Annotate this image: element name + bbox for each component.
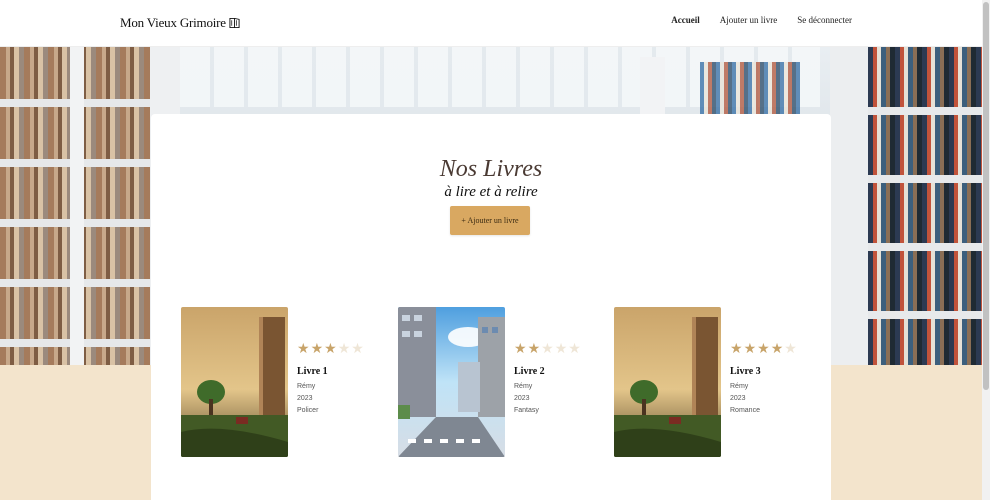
book-author: Rémy xyxy=(730,383,749,390)
book-card[interactable]: ★ ★ ★ ★ ★ Livre 2 Rémy 2023 Fantasy xyxy=(398,307,598,457)
book-title[interactable]: Livre 3 xyxy=(730,366,797,377)
book-icon xyxy=(229,17,240,29)
star-icon: ★ xyxy=(568,342,581,357)
books-card: Nos Livres à lire et à relire + Ajouter … xyxy=(151,114,831,500)
book-info: ★ ★ ★ ★ ★ Livre 1 Rémy 2023 Policer xyxy=(297,343,364,415)
book-year: 2023 xyxy=(514,395,530,402)
book-author: Rémy xyxy=(297,383,316,390)
main-nav: Accueil Ajouter un livre Se déconnecter xyxy=(671,15,852,25)
star-icon: ★ xyxy=(541,342,554,357)
book-card[interactable]: ★ ★ ★ ★ ★ Livre 1 Rémy 2023 Policer xyxy=(181,307,381,457)
nav-logout[interactable]: Se déconnecter xyxy=(797,15,852,25)
star-icon: ★ xyxy=(527,342,541,357)
book-year: 2023 xyxy=(297,395,313,402)
page-scrollbar[interactable] xyxy=(982,0,990,500)
book-genre: Fantasy xyxy=(514,407,539,414)
star-icon: ★ xyxy=(757,342,770,357)
star-icon: ★ xyxy=(337,342,351,357)
book-cover-image[interactable] xyxy=(614,307,721,457)
site-logo[interactable]: Mon Vieux Grimoire xyxy=(120,15,240,31)
add-book-button[interactable]: + Ajouter un livre xyxy=(450,206,530,235)
star-icon: ★ xyxy=(770,342,784,357)
star-icon: ★ xyxy=(784,342,797,357)
star-icon: ★ xyxy=(514,342,527,357)
rating-stars: ★ ★ ★ ★ ★ xyxy=(297,343,364,357)
page-subtitle: à lire et à relire xyxy=(444,184,538,200)
star-icon: ★ xyxy=(310,342,324,357)
nav-home[interactable]: Accueil xyxy=(671,15,700,25)
top-header: Mon Vieux Grimoire Accueil Ajouter un li… xyxy=(0,0,990,47)
book-title[interactable]: Livre 2 xyxy=(514,366,581,377)
star-icon: ★ xyxy=(743,342,757,357)
rating-stars: ★ ★ ★ ★ ★ xyxy=(514,343,581,357)
book-info: ★ ★ ★ ★ ★ Livre 2 Rémy 2023 Fantasy xyxy=(514,343,581,415)
star-icon: ★ xyxy=(554,342,568,357)
logo-text: Mon Vieux Grimoire xyxy=(120,15,226,30)
nav-add-book[interactable]: Ajouter un livre xyxy=(720,15,778,25)
book-author: Rémy xyxy=(514,383,533,390)
star-icon: ★ xyxy=(324,342,337,357)
book-title[interactable]: Livre 1 xyxy=(297,366,364,377)
rating-stars: ★ ★ ★ ★ ★ xyxy=(730,343,797,357)
page-title: Nos Livres xyxy=(439,156,543,182)
book-year: 2023 xyxy=(730,395,746,402)
book-cover-image[interactable] xyxy=(181,307,288,457)
scrollbar-thumb[interactable] xyxy=(983,2,989,390)
book-card[interactable]: ★ ★ ★ ★ ★ Livre 3 Rémy 2023 Romance xyxy=(614,307,814,457)
book-info: ★ ★ ★ ★ ★ Livre 3 Rémy 2023 Romance xyxy=(730,343,797,415)
star-icon: ★ xyxy=(297,342,310,357)
star-icon: ★ xyxy=(351,342,364,357)
book-genre: Romance xyxy=(730,407,760,414)
book-genre: Policer xyxy=(297,407,319,414)
book-cover-image[interactable] xyxy=(398,307,505,457)
star-icon: ★ xyxy=(730,342,743,357)
